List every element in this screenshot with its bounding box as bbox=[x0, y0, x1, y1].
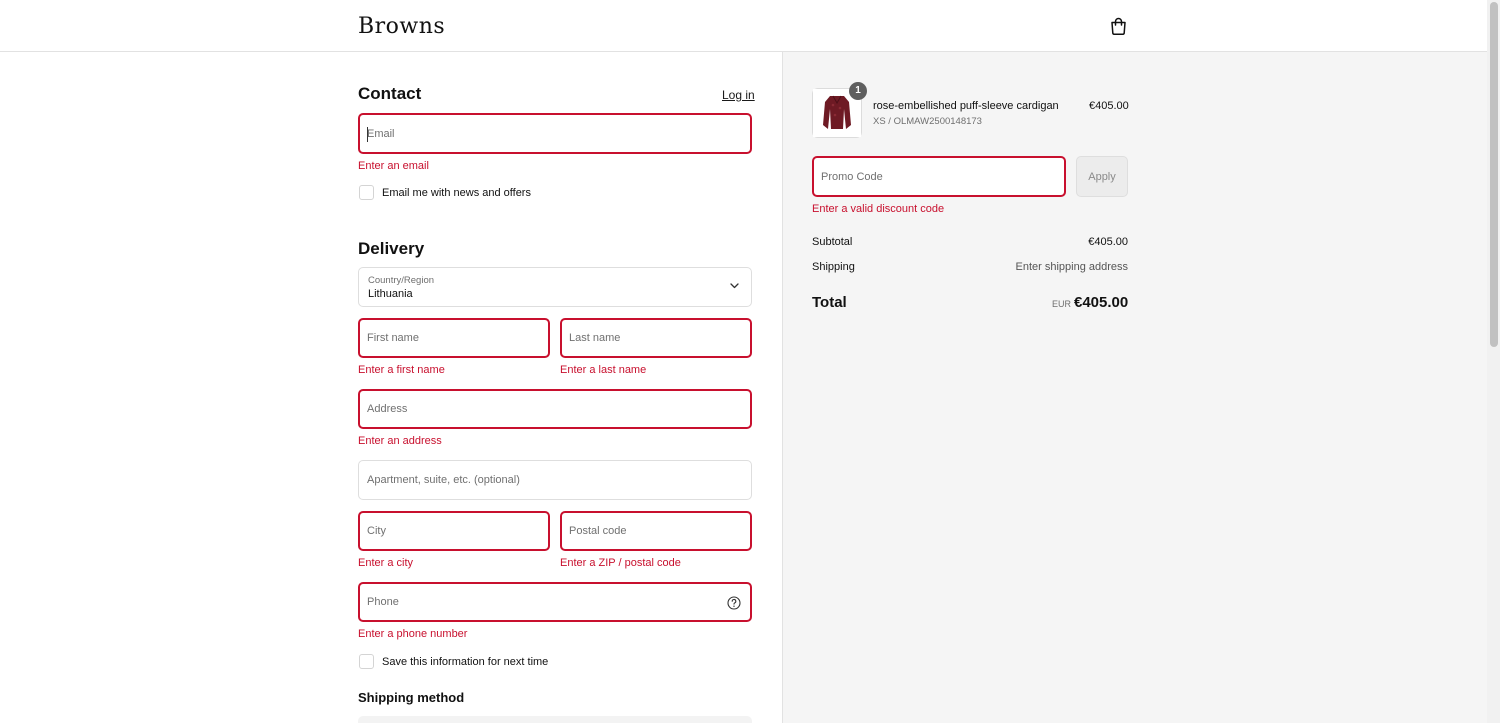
shipping-label: Shipping bbox=[812, 261, 855, 273]
last-name-placeholder: Last name bbox=[569, 332, 621, 344]
page-scrollbar[interactable] bbox=[1487, 0, 1500, 723]
promo-code-error: Enter a valid discount code bbox=[812, 203, 945, 215]
delivery-heading: Delivery bbox=[358, 239, 425, 258]
total-value: €405.00 bbox=[1074, 294, 1129, 311]
save-info-checkbox[interactable] bbox=[359, 654, 374, 669]
postal-code-field[interactable]: Postal code bbox=[560, 511, 752, 551]
shipping-value: Enter shipping address bbox=[1015, 261, 1128, 273]
address-error: Enter an address bbox=[358, 435, 442, 447]
scrollbar-thumb[interactable] bbox=[1490, 2, 1498, 347]
email-placeholder: Email bbox=[367, 127, 395, 140]
item-variant: XS / OLMAW2500148173 bbox=[873, 116, 982, 127]
postal-code-error: Enter a ZIP / postal code bbox=[560, 557, 681, 569]
city-placeholder: City bbox=[367, 525, 386, 537]
header: Browns bbox=[0, 0, 1487, 52]
newsletter-checkbox-row[interactable]: Email me with news and offers bbox=[359, 185, 531, 200]
apply-button[interactable]: Apply bbox=[1076, 156, 1128, 197]
promo-code-field[interactable]: Promo Code bbox=[812, 156, 1066, 197]
login-link[interactable]: Log in bbox=[722, 88, 755, 102]
browns-logo[interactable]: Browns bbox=[358, 14, 445, 36]
newsletter-checkbox[interactable] bbox=[359, 185, 374, 200]
phone-field[interactable]: Phone bbox=[358, 582, 752, 622]
first-name-placeholder: First name bbox=[367, 332, 419, 344]
promo-code-placeholder: Promo Code bbox=[821, 170, 883, 183]
item-price: €405.00 bbox=[1089, 100, 1129, 112]
total-label: Total bbox=[812, 294, 847, 311]
first-name-error: Enter a first name bbox=[358, 364, 445, 376]
phone-error: Enter a phone number bbox=[358, 628, 468, 640]
subtotal-label: Subtotal bbox=[812, 236, 853, 248]
country-value: Lithuania bbox=[368, 288, 413, 300]
chevron-down-icon bbox=[730, 283, 739, 289]
apartment-field[interactable]: Apartment, suite, etc. (optional) bbox=[358, 460, 752, 500]
city-error: Enter a city bbox=[358, 557, 414, 569]
phone-placeholder: Phone bbox=[367, 596, 399, 608]
save-info-checkbox-row[interactable]: Save this information for next time bbox=[359, 654, 548, 669]
help-circle-icon[interactable] bbox=[727, 596, 741, 610]
item-name: rose-embellished puff-sleeve cardigan bbox=[873, 100, 1059, 112]
quantity-badge: 1 bbox=[849, 82, 867, 100]
address-placeholder: Address bbox=[367, 403, 408, 415]
country-label: Country/Region bbox=[368, 275, 435, 286]
address-field[interactable]: Address bbox=[358, 389, 752, 429]
shopping-bag-icon[interactable] bbox=[1110, 17, 1127, 35]
contact-heading: Contact bbox=[358, 84, 422, 103]
apartment-placeholder: Apartment, suite, etc. (optional) bbox=[367, 474, 520, 486]
first-name-field[interactable]: First name bbox=[358, 318, 550, 358]
last-name-error: Enter a last name bbox=[560, 364, 647, 376]
total-currency: EUR bbox=[1052, 299, 1072, 309]
email-field[interactable]: Email bbox=[358, 113, 752, 154]
shipping-method-box bbox=[358, 716, 752, 723]
country-select[interactable]: Country/Region Lithuania bbox=[358, 267, 752, 307]
subtotal-value: €405.00 bbox=[1088, 236, 1128, 248]
email-error: Enter an email bbox=[358, 160, 429, 172]
postal-code-placeholder: Postal code bbox=[569, 525, 627, 537]
order-summary-panel bbox=[782, 52, 1487, 723]
newsletter-label: Email me with news and offers bbox=[382, 186, 531, 199]
save-info-label: Save this information for next time bbox=[382, 655, 549, 668]
shipping-method-heading: Shipping method bbox=[358, 690, 465, 705]
city-field[interactable]: City bbox=[358, 511, 550, 551]
last-name-field[interactable]: Last name bbox=[560, 318, 752, 358]
